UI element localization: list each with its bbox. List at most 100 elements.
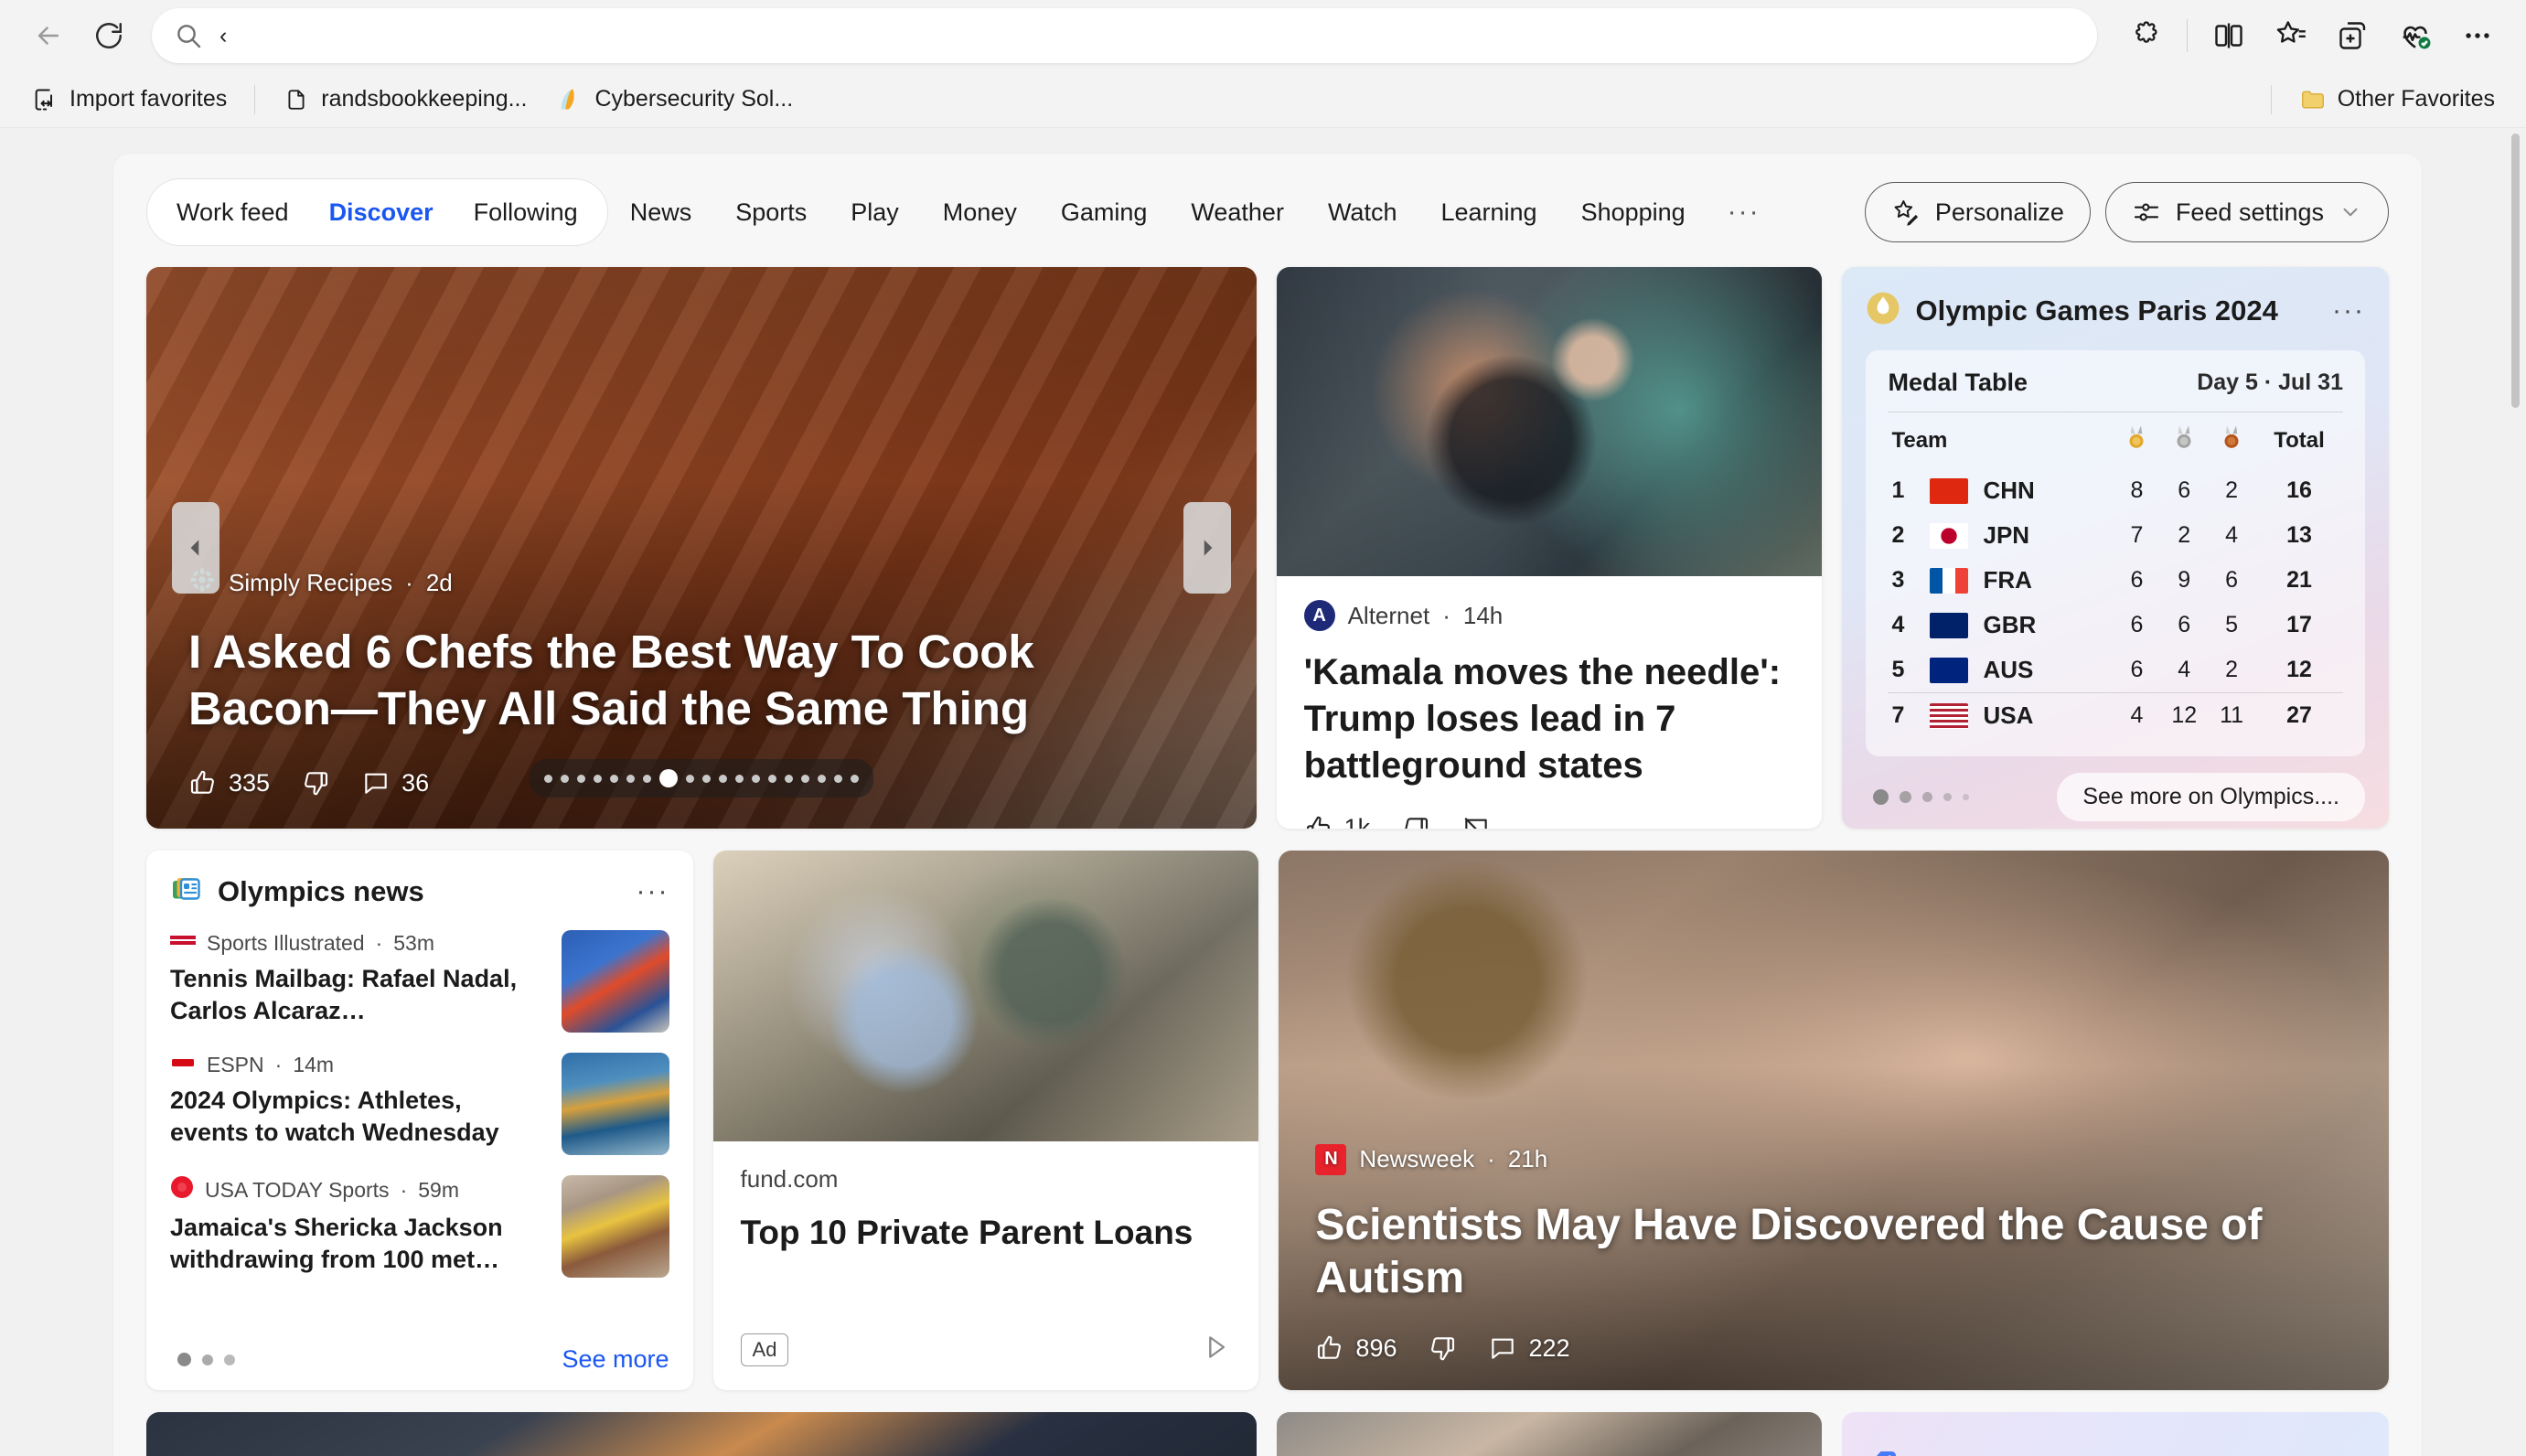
- collections-button[interactable]: [2325, 7, 2382, 64]
- adchoices-icon[interactable]: [1202, 1333, 1231, 1366]
- autism-article-card[interactable]: N Newsweek · 21h Scientists May Have Dis…: [1279, 851, 2389, 1390]
- kamala-dislike-button[interactable]: [1401, 814, 1430, 829]
- carousel-next-button[interactable]: [1183, 502, 1231, 594]
- olympics-page-dots[interactable]: [1866, 789, 2057, 805]
- nav-link-gaming[interactable]: Gaming: [1039, 198, 1170, 227]
- table-row[interactable]: 7 USA 4 12 11 27: [1888, 692, 2343, 738]
- nav-link-weather[interactable]: Weather: [1169, 198, 1306, 227]
- carousel-dot[interactable]: [593, 774, 602, 783]
- page-dot[interactable]: [1922, 792, 1933, 802]
- favorites-button[interactable]: [2263, 7, 2319, 64]
- list-item[interactable]: ESPN · 14m 2024 Olympics: Athletes, even…: [170, 1053, 669, 1155]
- ad-body: fund.com Top 10 Private Parent Loans Ad: [713, 1141, 1259, 1390]
- personalize-button[interactable]: Personalize: [1864, 182, 2091, 242]
- nav-link-news[interactable]: News: [608, 198, 714, 227]
- hero-article-card[interactable]: Simply Recipes · 2d I Asked 6 Chefs the …: [146, 267, 1257, 829]
- settings-and-more-button[interactable]: [2449, 7, 2506, 64]
- settings-and-more-icon: [2466, 33, 2489, 38]
- see-more-olympics-button[interactable]: See more on Olympics....: [2057, 773, 2365, 821]
- page-dot[interactable]: [202, 1354, 213, 1365]
- hero-carousel-dots[interactable]: [529, 759, 873, 798]
- carousel-dot[interactable]: [685, 774, 694, 783]
- kamala-reactions: 1k: [1304, 814, 1795, 829]
- autism-dislike-button[interactable]: [1428, 1333, 1457, 1363]
- carousel-dot[interactable]: [701, 774, 711, 783]
- shopping-card[interactable]: Shopping ···: [1842, 1412, 2389, 1456]
- kamala-like-count: 1k: [1343, 814, 1371, 829]
- shopping-tag-icon: [1866, 1449, 1899, 1456]
- address-bar[interactable]: ‹: [152, 8, 2097, 63]
- nav-link-play[interactable]: Play: [829, 198, 921, 227]
- list-item[interactable]: USA TODAY Sports · 59m Jamaica's Sherick…: [170, 1175, 669, 1278]
- bookmark-randsbookkeeping[interactable]: randsbookkeeping...: [270, 79, 540, 121]
- nav-more-button[interactable]: ···: [1707, 198, 1781, 226]
- other-favorites-folder[interactable]: Other Favorites: [2286, 79, 2508, 121]
- kamala-article-card[interactable]: A Alternet · 14h 'Kamala moves the needl…: [1276, 267, 1823, 829]
- carousel-dot[interactable]: [609, 774, 618, 783]
- list-item[interactable]: Sports Illustrated · 53m Tennis Mailbag:…: [170, 930, 669, 1033]
- olympics-news-menu-button[interactable]: ···: [637, 877, 669, 905]
- page-dot[interactable]: [177, 1353, 191, 1366]
- ad-card[interactable]: fund.com Top 10 Private Parent Loans Ad: [712, 851, 1259, 1390]
- back-button[interactable]: [20, 7, 77, 64]
- nav-link-learning[interactable]: Learning: [1418, 198, 1558, 227]
- hero-dislike-button[interactable]: [301, 768, 330, 798]
- olympics-widget-menu-button[interactable]: ···: [2332, 296, 2365, 325]
- olympics-widget-card[interactable]: Olympic Games Paris 2024 ··· Medal Table…: [1842, 267, 2389, 829]
- carousel-dot[interactable]: [734, 774, 744, 783]
- olympics-news-page-dots[interactable]: [170, 1353, 562, 1366]
- carousel-dot[interactable]: [560, 774, 569, 783]
- partial-article-card-2[interactable]: [1276, 1412, 1823, 1456]
- medal-row-total: 12: [2286, 657, 2312, 682]
- table-row[interactable]: 2 JPN 7 2 4 13: [1888, 513, 2343, 558]
- nav-link-shopping[interactable]: Shopping: [1559, 198, 1707, 227]
- hero-comment-button[interactable]: 36: [361, 768, 429, 798]
- carousel-dot[interactable]: [784, 774, 793, 783]
- carousel-dot[interactable]: [817, 774, 826, 783]
- feed-settings-button[interactable]: Feed settings: [2104, 182, 2389, 242]
- carousel-prev-button[interactable]: [172, 502, 219, 594]
- browser-essentials-button[interactable]: [2387, 7, 2444, 64]
- carousel-dot[interactable]: [642, 774, 651, 783]
- carousel-dot[interactable]: [576, 774, 585, 783]
- carousel-dot[interactable]: [626, 774, 635, 783]
- nav-link-sports[interactable]: Sports: [713, 198, 829, 227]
- nav-link-money[interactable]: Money: [921, 198, 1039, 227]
- carousel-dot[interactable]: [850, 774, 859, 783]
- tab-following[interactable]: Following: [454, 178, 598, 246]
- olympics-news-card[interactable]: Olympics news ··· Sports Illustrated · 5…: [146, 851, 693, 1390]
- kamala-comment-button[interactable]: [1461, 814, 1491, 829]
- split-screen-button[interactable]: [2200, 7, 2257, 64]
- page-scrollbar[interactable]: [2510, 128, 2522, 1456]
- carousel-dot[interactable]: [658, 769, 678, 787]
- tab-discover[interactable]: Discover: [309, 178, 454, 246]
- page-dot[interactable]: [1963, 794, 1970, 800]
- page-dot[interactable]: [1873, 789, 1889, 805]
- scrollbar-thumb[interactable]: [2511, 134, 2520, 408]
- carousel-dot[interactable]: [767, 774, 776, 783]
- table-row[interactable]: 5 AUS 6 4 2 12: [1888, 648, 2343, 693]
- autism-like-button[interactable]: 896: [1315, 1333, 1397, 1363]
- reload-button[interactable]: [80, 7, 137, 64]
- tab-work-feed[interactable]: Work feed: [156, 178, 309, 246]
- page-dot[interactable]: [224, 1354, 235, 1365]
- carousel-dot[interactable]: [543, 774, 552, 783]
- extensions-button[interactable]: [2117, 7, 2174, 64]
- table-row[interactable]: 4 GBR 6 6 5 17: [1888, 603, 2343, 648]
- page-dot[interactable]: [1900, 791, 1912, 803]
- table-row[interactable]: 3 FRA 6 9 6 21: [1888, 558, 2343, 603]
- carousel-dot[interactable]: [833, 774, 842, 783]
- hero-like-button[interactable]: 335: [188, 768, 270, 798]
- page-dot[interactable]: [1943, 793, 1953, 801]
- kamala-like-button[interactable]: 1k: [1304, 814, 1371, 829]
- carousel-dot[interactable]: [751, 774, 760, 783]
- carousel-dot[interactable]: [800, 774, 809, 783]
- see-more-link[interactable]: See more: [562, 1345, 669, 1374]
- partial-article-card-1[interactable]: [146, 1412, 1257, 1456]
- bookmark-import-favorites[interactable]: Import favorites: [18, 79, 240, 121]
- bookmark-cybersecurity[interactable]: Cybersecurity Sol...: [543, 79, 806, 121]
- nav-link-watch[interactable]: Watch: [1306, 198, 1419, 227]
- table-row[interactable]: 1 CHN 8 6 2 16: [1888, 468, 2343, 513]
- autism-comment-button[interactable]: 222: [1488, 1333, 1570, 1363]
- carousel-dot[interactable]: [718, 774, 727, 783]
